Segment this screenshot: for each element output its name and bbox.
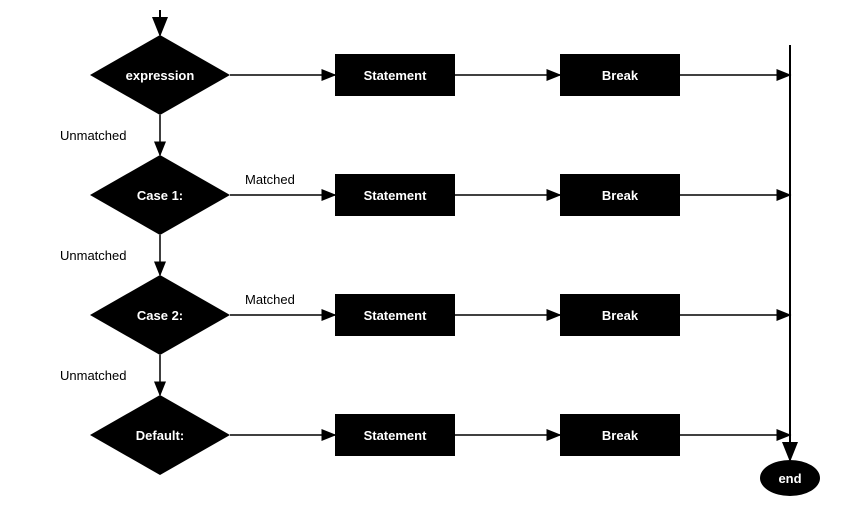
statement-label-1: Statement — [364, 188, 427, 203]
break-box-1: Break — [560, 174, 680, 216]
decision-expression-label: expression — [126, 68, 195, 83]
break-label-3: Break — [602, 428, 638, 443]
statement-label-2: Statement — [364, 308, 427, 323]
break-box-2: Break — [560, 294, 680, 336]
decision-case2: Case 2: — [90, 275, 230, 355]
decision-default: Default: — [90, 395, 230, 475]
decision-expression: expression — [90, 35, 230, 115]
decision-case2-label: Case 2: — [137, 308, 183, 323]
statement-box-2: Statement — [335, 294, 455, 336]
unmatched-label-2: Unmatched — [60, 368, 126, 383]
statement-box-3: Statement — [335, 414, 455, 456]
decision-case1-label: Case 1: — [137, 188, 183, 203]
break-box-0: Break — [560, 54, 680, 96]
unmatched-label-1: Unmatched — [60, 248, 126, 263]
statement-label-3: Statement — [364, 428, 427, 443]
statement-box-0: Statement — [335, 54, 455, 96]
statement-box-1: Statement — [335, 174, 455, 216]
break-label-2: Break — [602, 308, 638, 323]
decision-default-label: Default: — [136, 428, 184, 443]
matched-label-1: Matched — [245, 172, 295, 187]
end-node: end — [760, 460, 820, 496]
decision-case1: Case 1: — [90, 155, 230, 235]
end-label: end — [778, 471, 801, 486]
break-label-0: Break — [602, 68, 638, 83]
break-box-3: Break — [560, 414, 680, 456]
break-label-1: Break — [602, 188, 638, 203]
unmatched-label-0: Unmatched — [60, 128, 126, 143]
matched-label-2: Matched — [245, 292, 295, 307]
statement-label-0: Statement — [364, 68, 427, 83]
